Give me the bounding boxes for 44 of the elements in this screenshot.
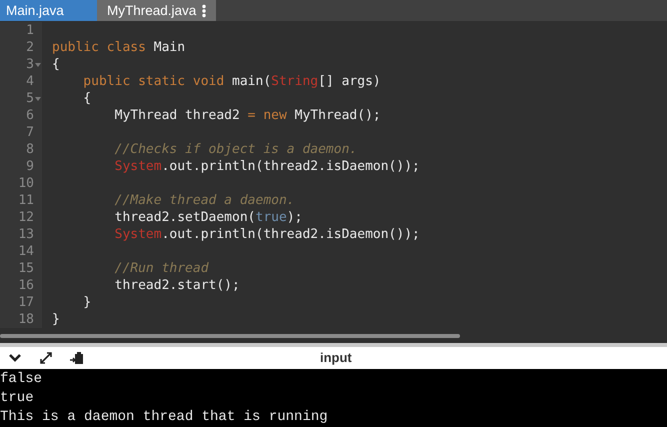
code-line: System.out.println(thread2.isDaemon());: [114, 159, 420, 174]
scrollbar-thumb[interactable]: [0, 334, 460, 338]
line-number: 14: [18, 243, 34, 260]
line-number: 6: [26, 107, 34, 124]
expand-icon[interactable]: [39, 351, 53, 365]
line-number: 3: [26, 56, 34, 73]
line-number: 4: [26, 73, 34, 90]
code-line: {: [82, 91, 92, 106]
line-number: 13: [18, 226, 34, 243]
clipboard-icon[interactable]: [70, 351, 84, 365]
line-number: 11: [18, 192, 34, 209]
file-tab[interactable]: MyThread.java: [97, 0, 216, 21]
console-title: input: [320, 350, 352, 365]
code-line: MyThread thread2 = new MyThread();: [114, 108, 381, 123]
file-tab[interactable]: Main.java: [0, 0, 97, 21]
code-line: public class Main: [52, 40, 186, 55]
line-number: 18: [18, 311, 34, 328]
line-number: 12: [18, 209, 34, 226]
line-number: 9: [26, 158, 34, 175]
output-line: This is a daemon thread that is running: [0, 408, 328, 427]
code-line: //Make thread a daemon.: [114, 193, 295, 208]
code-line: public static void main(String[] args): [82, 74, 381, 89]
line-number: 16: [18, 277, 34, 294]
fold-icon[interactable]: [35, 62, 41, 66]
output-line: false: [0, 370, 42, 389]
line-number: 10: [18, 175, 34, 192]
code-line: thread2.start();: [114, 278, 240, 293]
line-number: 5: [26, 90, 34, 107]
line-number: 15: [18, 260, 34, 277]
line-number: 7: [26, 124, 34, 141]
output-line: true: [0, 389, 34, 408]
code-line: {: [52, 57, 60, 72]
code-line: //Checks if object is a daemon.: [114, 142, 358, 157]
line-number: 8: [26, 141, 34, 158]
code-line: //Run thread: [114, 261, 209, 276]
code-line: }: [52, 312, 60, 327]
code-line: }: [82, 295, 92, 310]
code-line: System.out.println(thread2.isDaemon());: [114, 227, 420, 242]
more-icon[interactable]: [202, 4, 206, 18]
fold-icon[interactable]: [35, 96, 41, 100]
line-number: 17: [18, 294, 34, 311]
code-line: thread2.setDaemon(true);: [114, 210, 302, 225]
line-number: 2: [26, 39, 34, 56]
line-number: 1: [26, 22, 34, 39]
